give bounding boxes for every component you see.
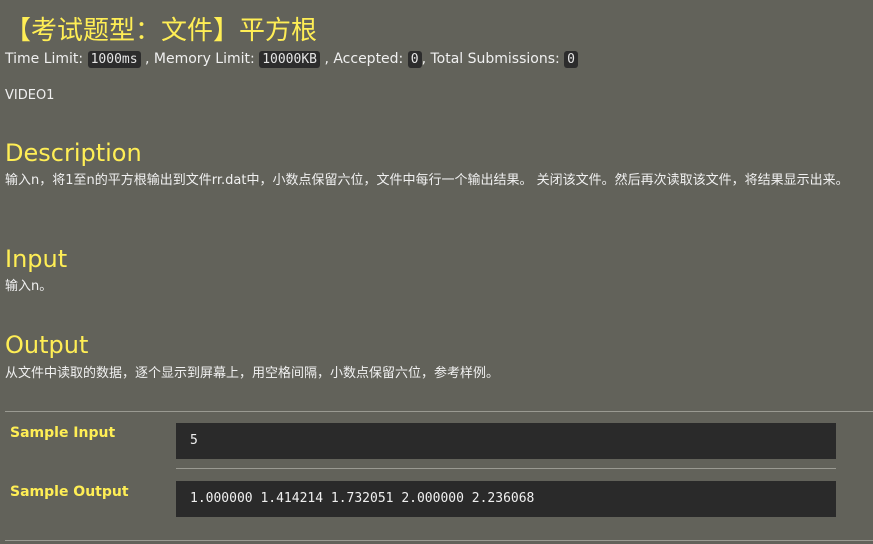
output-heading: Output (5, 331, 89, 359)
sample-input-label: Sample Input (10, 425, 116, 441)
total-submissions-label: , Total Submissions: (421, 51, 560, 67)
input-heading: Input (5, 245, 68, 273)
description-text: 输入n，将1至n的平方根输出到文件rr.dat中，小数点保留六位，文件中每行一个… (5, 173, 849, 188)
sample-output-box: 1.000000 1.414214 1.732051 2.000000 2.23… (176, 481, 836, 517)
samples-top-divider (5, 411, 873, 412)
samples-inner-divider (176, 468, 836, 469)
output-text: 从文件中读取的数据，逐个显示到屏幕上，用空格间隔，小数点保留六位，参考样例。 (5, 366, 500, 381)
time-limit-label: Time Limit: (5, 51, 84, 67)
sample-output-label: Sample Output (10, 484, 129, 500)
time-limit-value: 1000ms (87, 51, 141, 68)
accepted-label: , Accepted: (324, 51, 404, 67)
sample-input-box: 5 (176, 423, 836, 459)
memory-limit-label: , Memory Limit: (145, 51, 255, 67)
input-text: 输入n。 (5, 279, 53, 294)
accepted-value: 0 (407, 51, 422, 68)
samples-bottom-divider (5, 540, 873, 541)
memory-limit-value: 10000KB (259, 51, 320, 68)
problem-limits: Time Limit: 1000ms , Memory Limit: 10000… (5, 49, 578, 69)
description-heading: Description (5, 139, 142, 167)
problem-title: 【考试题型：文件】平方根 (5, 16, 318, 46)
total-submissions-value: 0 (564, 51, 578, 68)
video-link[interactable]: VIDEO1 (5, 88, 54, 103)
